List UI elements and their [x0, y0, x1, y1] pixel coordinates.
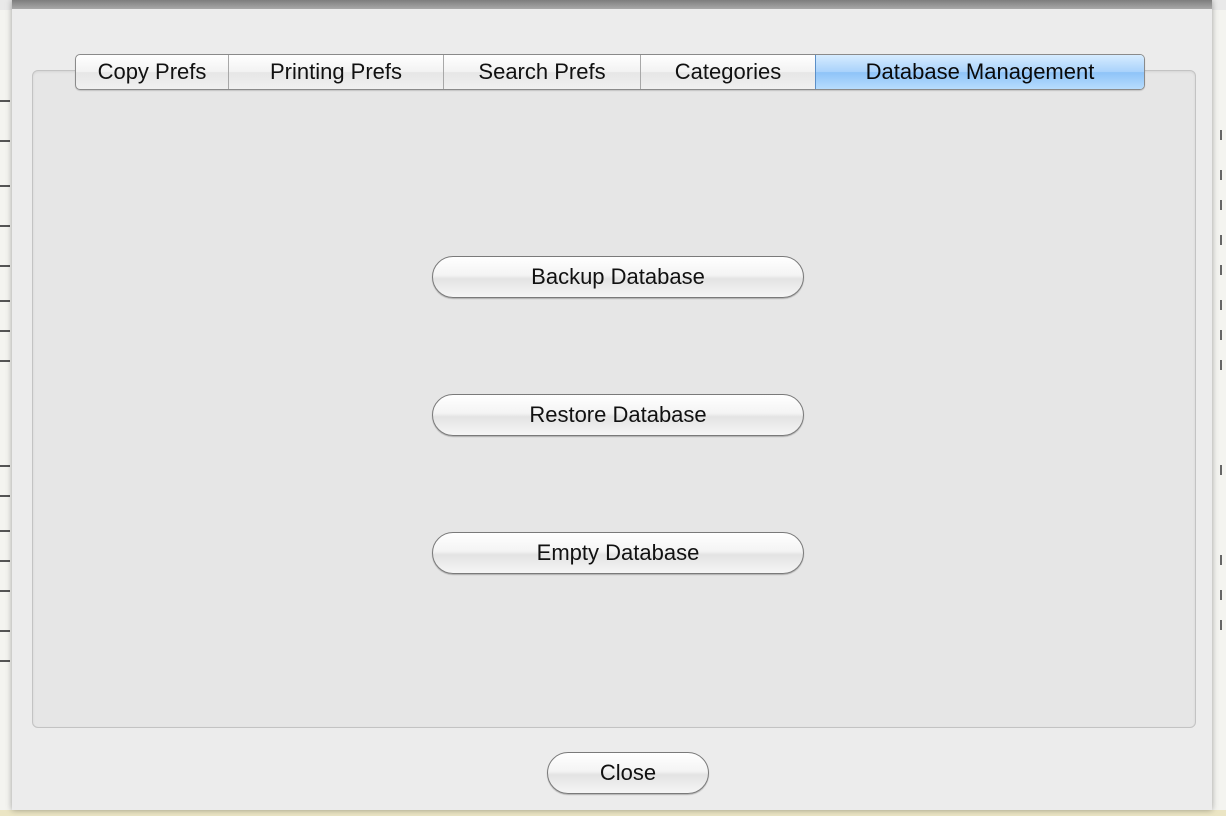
close-button[interactable]: Close	[547, 752, 709, 794]
background-window-bottom-edge	[0, 810, 1226, 816]
tab-bar: Copy Prefs Printing Prefs Search Prefs C…	[75, 54, 1145, 90]
empty-database-button[interactable]: Empty Database	[432, 532, 804, 574]
backup-database-button[interactable]: Backup Database	[432, 256, 804, 298]
tab-copy-prefs[interactable]: Copy Prefs	[76, 55, 228, 89]
preferences-sheet: Copy Prefs Printing Prefs Search Prefs C…	[12, 0, 1212, 810]
tab-search-prefs[interactable]: Search Prefs	[443, 55, 640, 89]
restore-database-button[interactable]: Restore Database	[432, 394, 804, 436]
tab-database-management[interactable]: Database Management	[815, 55, 1144, 89]
background-window-right-edge	[1211, 10, 1226, 816]
sheet-top-border	[12, 0, 1212, 9]
tab-categories[interactable]: Categories	[640, 55, 815, 89]
tab-printing-prefs[interactable]: Printing Prefs	[228, 55, 443, 89]
